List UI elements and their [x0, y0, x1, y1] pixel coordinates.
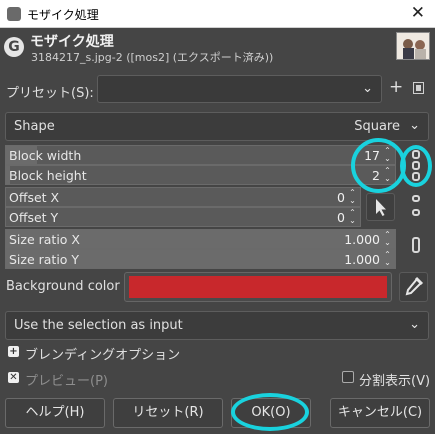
- block-height-value: 2: [372, 168, 380, 183]
- cancel-button[interactable]: キャンセル(C): [330, 398, 430, 428]
- block-height-label: Block height: [9, 168, 87, 183]
- block-size-chain-icon[interactable]: [405, 148, 427, 186]
- close-icon[interactable]: ✕: [411, 3, 425, 23]
- app-icon: [7, 7, 21, 21]
- eyedropper-icon: [405, 276, 424, 296]
- shape-value: Square: [354, 119, 400, 134]
- split-view-label: 分割表示(V): [359, 374, 431, 389]
- offset-y-spinscale[interactable]: Offset Y 0 ⌃ ⌄: [5, 207, 361, 227]
- help-button[interactable]: ヘルプ(H): [5, 398, 105, 428]
- block-width-spinscale[interactable]: Block width 17 ⌃ ⌄: [5, 145, 396, 165]
- presets-label: プリセット(S):: [6, 86, 94, 101]
- pick-coordinates-button[interactable]: [366, 193, 395, 221]
- size-ratio-x-spinscale[interactable]: Size ratio X 1.000 ⌃ ⌄: [5, 229, 396, 249]
- block-width-value: 17: [364, 148, 380, 163]
- window-title: モザイク処理: [27, 8, 99, 22]
- block-height-spinscale[interactable]: Block height 2 ⌃ ⌄: [5, 165, 396, 185]
- color-picker-button[interactable]: [399, 272, 428, 302]
- size-ratio-y-spinscale[interactable]: Size ratio Y 1.000 ⌃ ⌄: [5, 249, 396, 269]
- preset-menu-icon[interactable]: [413, 82, 424, 94]
- pointer-icon: [376, 199, 386, 216]
- plus-icon: +: [8, 346, 19, 357]
- reset-button[interactable]: リセット(R): [113, 398, 223, 428]
- ok-button[interactable]: OK(O): [231, 398, 311, 428]
- dialog-header: G モザイク処理 3184217_s.jpg-2 ([mos2] (エクスポート…: [0, 28, 435, 70]
- background-color-button[interactable]: [124, 272, 392, 302]
- offset-y-label: Offset Y: [9, 210, 59, 225]
- offset-y-value: 0: [337, 210, 345, 225]
- image-thumbnail: [396, 32, 430, 60]
- dialog-title: モザイク処理: [30, 34, 114, 50]
- background-color-label: Background color: [6, 279, 120, 294]
- spin-arrows-icon[interactable]: ⌃ ⌄: [382, 231, 393, 247]
- spin-arrows-icon[interactable]: ⌃ ⌄: [382, 251, 393, 267]
- size-ratio-x-label: Size ratio X: [9, 232, 80, 247]
- window-titlebar: モザイク処理 ✕: [0, 0, 435, 28]
- spin-arrows-icon[interactable]: ⌃ ⌄: [382, 167, 393, 183]
- gimp-logo-icon: G: [4, 37, 24, 57]
- spin-arrows-icon[interactable]: ⌃ ⌄: [347, 209, 358, 225]
- background-color-swatch: [129, 276, 387, 298]
- chevron-down-icon: ⌄: [409, 317, 420, 332]
- preview-label: プレビュー(P): [25, 374, 108, 389]
- size-ratio-y-label: Size ratio Y: [9, 252, 80, 267]
- chevron-down-icon: ⌄: [409, 118, 420, 133]
- shape-combo[interactable]: Shape Square ⌄: [5, 112, 429, 141]
- dialog-subtitle: 3184217_s.jpg-2 ([mos2] (エクスポート済み)): [31, 51, 274, 64]
- offset-x-spinscale[interactable]: Offset X 0 ⌃ ⌄: [5, 187, 361, 207]
- block-width-label: Block width: [9, 148, 82, 163]
- chevron-down-icon: ⌄: [362, 81, 373, 96]
- checkbox-box: [342, 371, 354, 383]
- size-ratio-x-value: 1.000: [344, 232, 380, 247]
- checkmark-icon: ✕: [8, 372, 19, 383]
- blending-options-label: ブレンディングオプション: [25, 348, 181, 363]
- presets-combo[interactable]: ⌄: [97, 75, 382, 103]
- size-ratio-chain-icon[interactable]: [405, 233, 427, 267]
- selection-input-label: Use the selection as input: [14, 318, 183, 333]
- size-ratio-y-value: 1.000: [344, 252, 380, 267]
- shape-label: Shape: [14, 119, 55, 134]
- offset-x-label: Offset X: [9, 190, 60, 205]
- spin-arrows-icon[interactable]: ⌃ ⌄: [382, 147, 393, 163]
- spin-arrows-icon[interactable]: ⌃ ⌄: [347, 189, 358, 205]
- add-preset-icon[interactable]: +: [389, 77, 403, 97]
- offset-chain-icon[interactable]: [405, 193, 427, 223]
- offset-x-value: 0: [337, 190, 345, 205]
- selection-input-combo[interactable]: Use the selection as input ⌄: [5, 311, 429, 340]
